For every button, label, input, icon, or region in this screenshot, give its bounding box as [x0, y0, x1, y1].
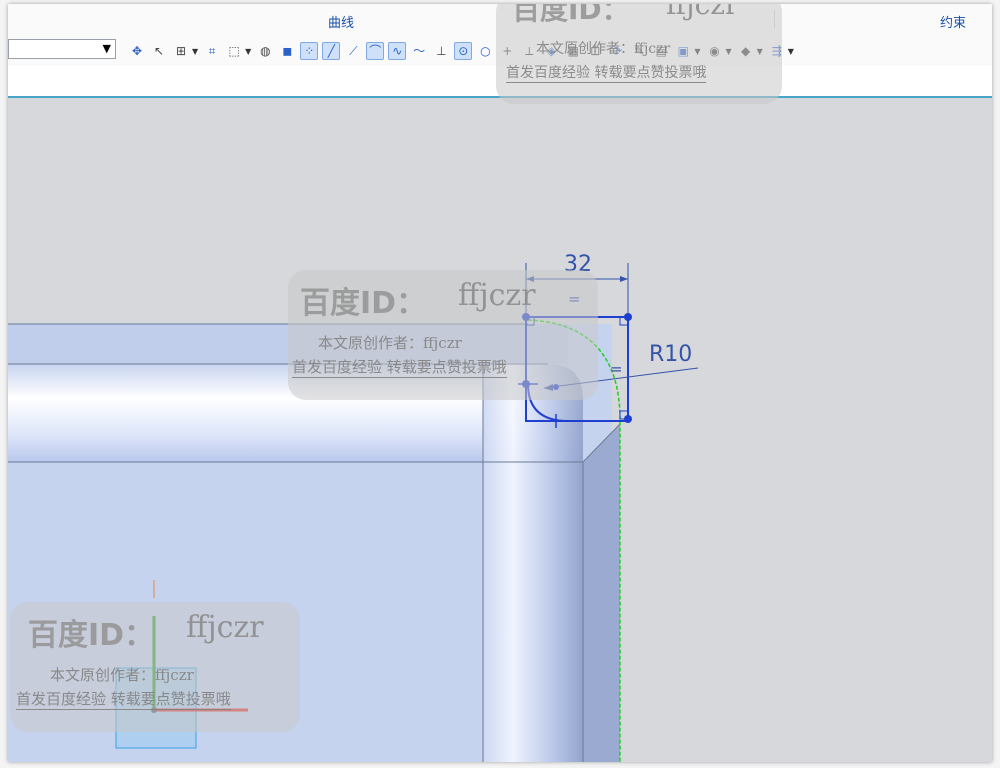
dimension-arrow [620, 276, 628, 282]
watermark-id-label: 百度ID： [300, 286, 427, 321]
snap-icon[interactable]: ✥ [128, 42, 146, 60]
lasso-icon[interactable]: ⌗ [203, 42, 221, 60]
solid-icon[interactable]: ◼ [278, 42, 296, 60]
group-label-curves[interactable]: 曲线 [328, 12, 354, 31]
pointer-icon[interactable]: ↖ [150, 42, 168, 60]
equal-constraint-right: = [610, 360, 623, 378]
selection-filter-dropdown[interactable]: ▼ [8, 39, 116, 59]
line-alt-icon[interactable]: ⟋ [344, 42, 362, 60]
watermark-notice-line: 首发百度经验 转载要点赞投票哦 [292, 358, 507, 378]
view-icon[interactable]: ◍ [256, 42, 274, 60]
application-window: 曲线 约束 ▼ ✥↖⊞▼⌗⬚▼◍◼⁘╱⟋⌒∿〜⊥⊙○+⟂◈▦⊡⟳✎▤▣▼◉▼◆▼… [8, 4, 992, 762]
perpendicular-icon[interactable]: ⊥ [432, 42, 450, 60]
group-label-constraints[interactable]: 约束 [940, 12, 966, 31]
point-snap-icon[interactable]: ⁘ [300, 42, 319, 60]
watermark-user: ffjczr [458, 278, 536, 313]
model-side-face[interactable] [583, 424, 620, 762]
watermark-user: ffjczr [186, 610, 264, 645]
chevron-down-icon[interactable]: ▼ [788, 47, 794, 56]
circle-icon[interactable]: ○ [476, 42, 494, 60]
line-icon[interactable]: ╱ [322, 42, 341, 60]
select-box-icon[interactable]: ⊞ [172, 42, 190, 60]
graphics-canvas[interactable]: 32 R10 = = 百度ID： ffjczr 本文原创作者：ffjczr 首发… [8, 98, 992, 762]
watermark: 百度ID： ffjczr 本文原创作者：ffjczr 首发百度经验 转载要点赞投… [288, 270, 598, 400]
watermark-author-line: 本文原创作者：ffjczr [50, 666, 194, 684]
watermark-notice-line: 首发百度经验 转载要点赞投票哦 [16, 690, 231, 710]
watermark: 百度ID： ffjczr 本文原创作者：ffjczr 首发百度经验 转载要点赞投… [10, 602, 300, 732]
spline-icon[interactable]: ∿ [388, 42, 407, 60]
radius-dimension-label[interactable]: R10 [649, 342, 692, 367]
chevron-down-icon[interactable]: ▼ [245, 47, 251, 56]
watermark-id-label: 百度ID： [28, 618, 155, 653]
watermark-author-line: 本文原创作者：ffjczr [318, 334, 462, 352]
curve-icon[interactable]: 〜 [410, 42, 428, 60]
watermark-notice-line: 首发百度经验 转载要点赞投票哦 [506, 62, 707, 83]
watermark-id-label: 百度ID： [512, 4, 630, 26]
watermark-author-line: 本文原创作者：ffjczr [536, 41, 671, 57]
rectangle-select-icon[interactable]: ⬚ [225, 42, 243, 60]
chevron-down-icon: ▼ [102, 42, 111, 55]
model-side-fillet[interactable] [483, 364, 583, 762]
watermark-user: ffjczr [666, 4, 739, 21]
arc-icon[interactable]: ⌒ [366, 42, 385, 60]
chevron-down-icon[interactable]: ▼ [192, 47, 198, 56]
circle-center-icon[interactable]: ⊙ [454, 42, 473, 60]
watermark: 百度ID： ffjczr 本文原创作者：ffjczr 首发百度经验 转载要点赞投… [496, 4, 782, 104]
